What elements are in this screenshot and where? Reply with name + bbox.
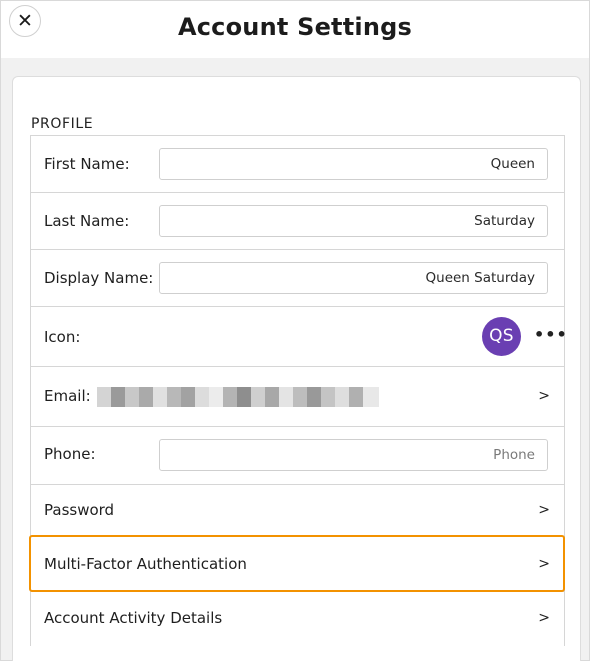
account-activity-label: Account Activity Details (44, 609, 223, 627)
last-name-row: Last Name: Saturday (31, 193, 564, 250)
phone-row: Phone: Phone (31, 427, 564, 485)
first-name-label: First Name: (44, 155, 130, 173)
first-name-row: First Name: Queen (31, 136, 564, 193)
last-name-field[interactable]: Saturday (159, 205, 548, 237)
password-row[interactable]: Password > (31, 485, 564, 537)
last-name-label: Last Name: (44, 212, 130, 230)
first-name-field[interactable]: Queen (159, 148, 548, 180)
header: ✕ Account Settings (0, 0, 590, 58)
display-name-label: Display Name: (44, 269, 154, 287)
chevron-right-icon: > (538, 388, 550, 404)
mfa-row[interactable]: Multi-Factor Authentication > (31, 537, 564, 592)
phone-label: Phone: (44, 445, 96, 463)
chevron-right-icon: > (538, 502, 550, 518)
chevron-right-icon: > (538, 556, 550, 572)
account-activity-row[interactable]: Account Activity Details > (31, 592, 564, 646)
avatar[interactable]: QS (482, 317, 521, 356)
profile-list: First Name: Queen Last Name: Saturday Di… (30, 135, 567, 646)
display-name-field[interactable]: Queen Saturday (159, 262, 548, 294)
phone-field[interactable]: Phone (159, 439, 548, 471)
password-label: Password (44, 501, 115, 519)
more-options-icon[interactable]: ••• (534, 325, 568, 344)
icon-label: Icon: (44, 328, 81, 346)
email-label: Email: (44, 387, 91, 405)
icon-row: Icon: QS ••• (31, 307, 567, 367)
email-row[interactable]: Email: > (31, 367, 564, 427)
page-title: Account Settings (177, 13, 412, 41)
display-name-row: Display Name: Queen Saturday (31, 250, 564, 307)
section-label-profile: PROFILE (31, 116, 94, 132)
chevron-right-icon: > (538, 610, 550, 626)
mfa-label: Multi-Factor Authentication (44, 555, 247, 573)
